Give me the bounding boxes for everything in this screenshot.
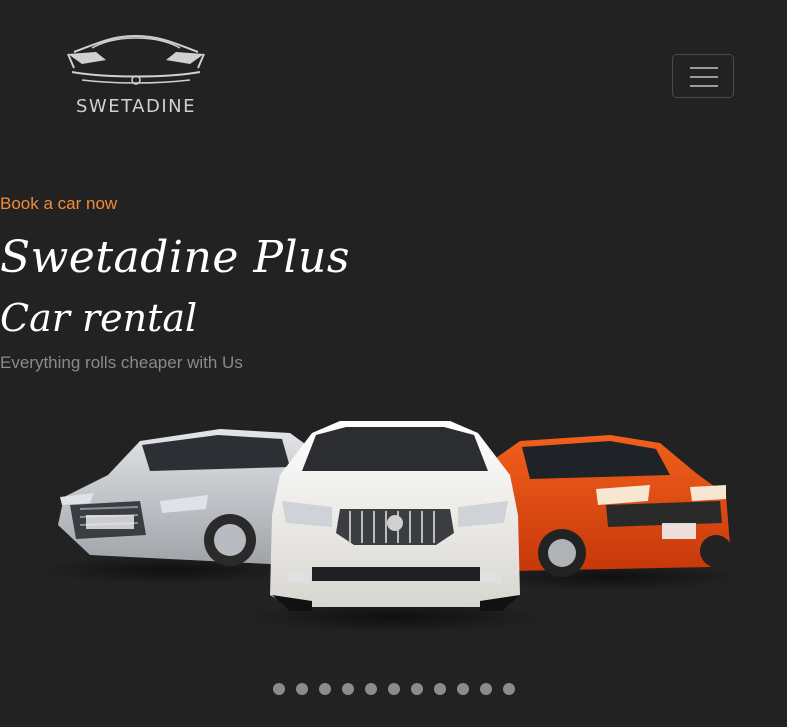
carousel-dot[interactable] [318,683,331,695]
carousel-dot[interactable] [502,683,515,695]
carousel-dot[interactable] [410,683,423,695]
brand-logo[interactable]: SWETADINE [62,30,207,120]
carousel-dot[interactable] [295,683,308,695]
hero-tagline: Everything rolls cheaper with Us [0,353,243,372]
carousel-dot[interactable] [479,683,492,695]
carousel-indicators [0,683,787,695]
carousel-dot[interactable] [364,683,377,695]
carousel-dot[interactable] [433,683,446,695]
brand-name: SWETADINE [75,96,196,117]
hamburger-icon-bar [690,85,718,87]
carousel-dot[interactable] [341,683,354,695]
car-logo-icon [67,34,205,85]
white-car-image [270,421,520,611]
cars-illustration [50,421,740,633]
carousel-dot[interactable] [456,683,469,695]
menu-toggle-button[interactable] [672,54,734,98]
hero-title: Swetadine Plus [0,232,350,283]
hamburger-icon [690,67,718,69]
hamburger-icon-bar [690,76,718,78]
carousel-dot[interactable] [272,683,285,695]
hero-subtitle: Car rental [0,296,198,340]
hero-eyebrow-link[interactable]: Book a car now [0,194,787,214]
carousel-dot[interactable] [387,683,400,695]
